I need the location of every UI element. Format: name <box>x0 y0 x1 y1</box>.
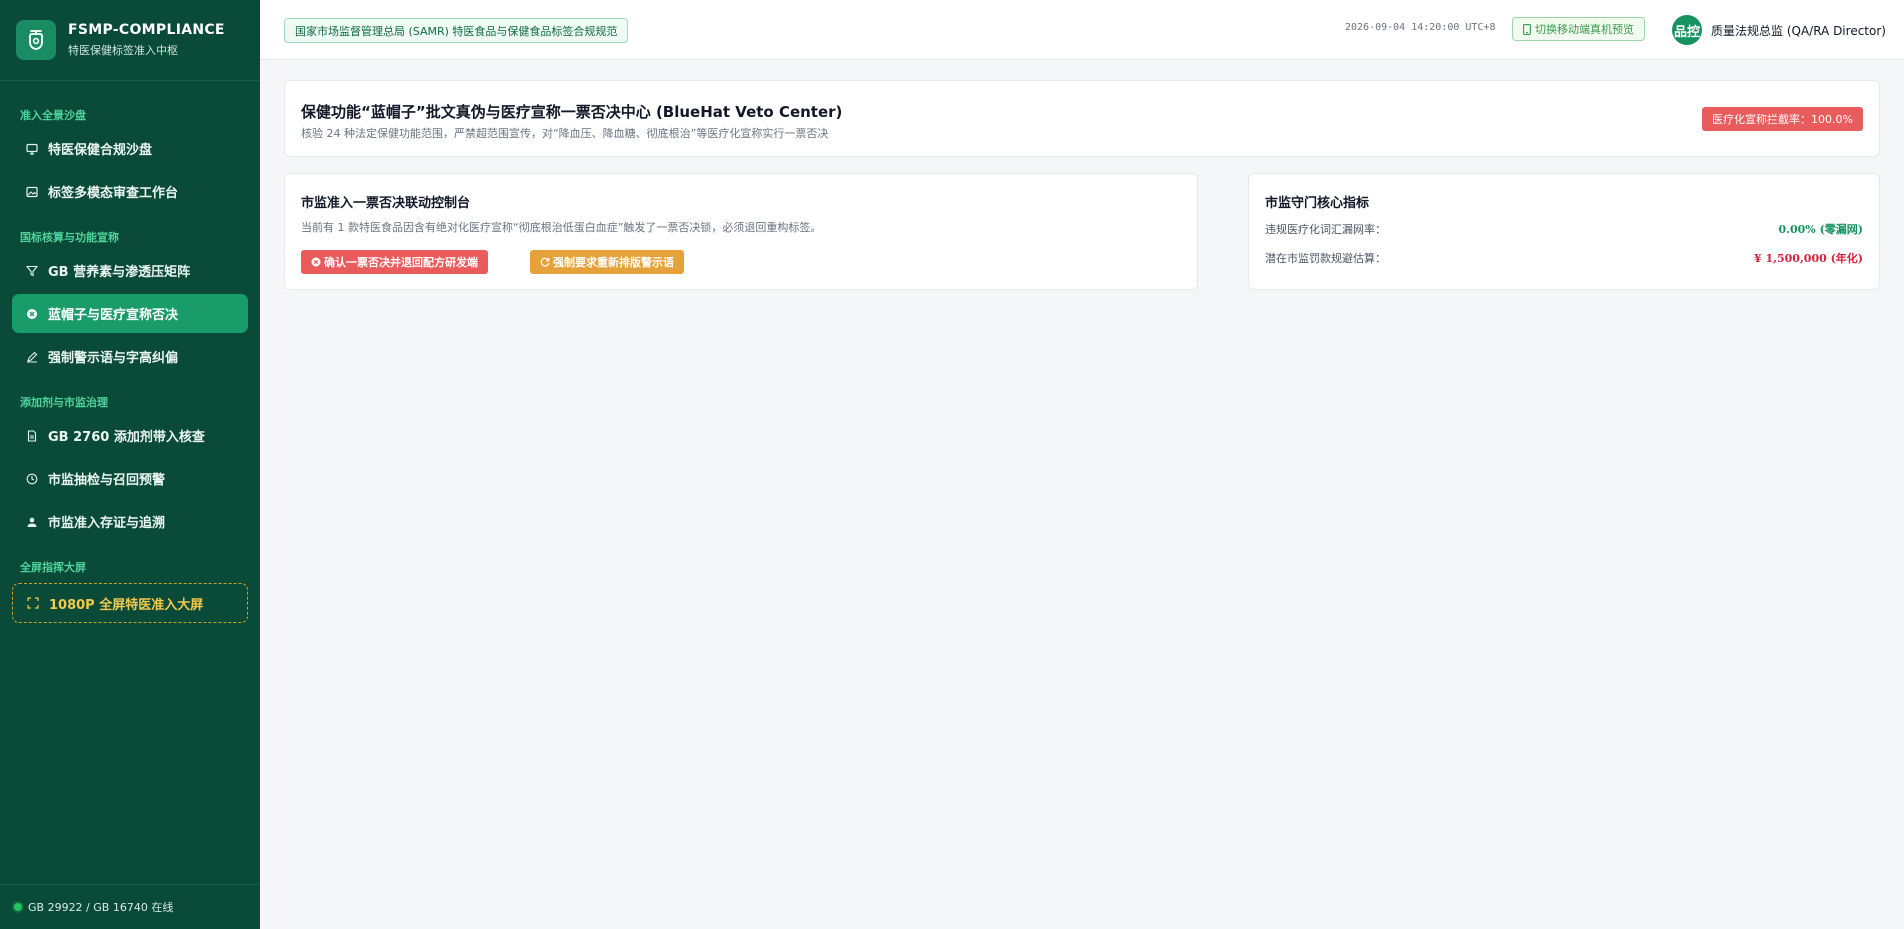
mobile-preview-label: 切换移动端真机预览 <box>1535 23 1634 36</box>
x-circle-icon <box>311 257 321 267</box>
sidebar-item-label: 强制警示语与字高纠偏 <box>48 351 179 366</box>
metric-value: ¥ 1,500,000 (年化) <box>1754 252 1863 265</box>
metric-label: 潜在市监罚款规避估算： <box>1265 252 1386 265</box>
x-circle-icon <box>26 308 38 320</box>
smartphone-icon <box>1523 23 1531 35</box>
confirm-veto-label: 确认一票否决并退回配方研发端 <box>324 256 478 269</box>
monitor-icon <box>26 143 38 155</box>
metric-label: 违规医疗化词汇漏网率： <box>1265 223 1386 236</box>
image-icon <box>26 186 38 198</box>
sidebar-item-label: 特医保健合规沙盘 <box>48 143 153 158</box>
pen-icon <box>26 351 38 363</box>
metrics-title: 市监守门核心指标 <box>1265 196 1370 211</box>
sidebar-item-warning-text[interactable]: 强制警示语与字高纠偏 <box>12 337 248 376</box>
mobile-preview-button[interactable]: 切换移动端真机预览 <box>1512 17 1645 41</box>
standards-online-text: GB 29922 / GB 16740 在线 <box>28 901 174 914</box>
sidebar-nav: 准入全景沙盘 特医保健合规沙盘 标签多模态审查工作台 国标核算与功能宣称 GB … <box>0 81 260 623</box>
sidebar-item-label: 市监抽检与召回预警 <box>48 473 166 488</box>
regulation-badge: 国家市场监督管理总局 (SAMR) 特医食品与保健食品标签合规规范 <box>284 18 629 43</box>
sidebar-item-label: GB 营养素与渗透压矩阵 <box>48 265 191 280</box>
nav-section-gb-claims: 国标核算与功能宣称 <box>20 231 119 244</box>
sidebar-item-label: GB 2760 添加剂带入核查 <box>48 430 205 445</box>
sidebar-item-compliance-sandbox[interactable]: 特医保健合规沙盘 <box>12 129 248 168</box>
console-title: 市监准入一票否决联动控制台 <box>301 196 471 211</box>
metric-row-fine-avoidance: 潜在市监罚款规避估算： ¥ 1,500,000 (年化) <box>1265 250 1863 266</box>
shield-logo-icon <box>16 20 56 60</box>
console-description: 当前有 1 款特医食品因含有绝对化医疗宣称“彻底根治低蛋白血症”触发了一票否决锁… <box>301 221 822 234</box>
reprint-warning-label: 强制要求重新排版警示语 <box>553 256 674 269</box>
sidebar-item-traceability[interactable]: 市监准入存证与追溯 <box>12 502 248 541</box>
sidebar-item-label: 1080P 全屏特医准入大屏 <box>49 597 204 613</box>
brand-title: FSMP-COMPLIANCE <box>68 22 225 38</box>
sidebar-item-bluehat-veto[interactable]: 蓝帽子与医疗宣称否决 <box>12 294 248 333</box>
brand-subtitle: 特医保健标签准入中枢 <box>68 44 178 57</box>
file-icon <box>26 429 38 442</box>
metric-value: 0.00% (零漏网) <box>1778 223 1863 236</box>
sidebar-item-additive-check[interactable]: GB 2760 添加剂带入核查 <box>12 416 248 455</box>
sidebar-item-nutrient-matrix[interactable]: GB 营养素与渗透压矩阵 <box>12 251 248 290</box>
core-metrics-card: 市监守门核心指标 违规医疗化词汇漏网率： 0.00% (零漏网) 潜在市监罚款规… <box>1248 173 1880 290</box>
avatar[interactable]: 品控 <box>1672 15 1702 45</box>
veto-control-console-card: 市监准入一票否决联动控制台 当前有 1 款特医食品因含有绝对化医疗宣称“彻底根治… <box>284 173 1198 290</box>
interception-rate-badge: 医疗化宣称拦截率：100.0% <box>1702 107 1863 131</box>
metric-row-leak-rate: 违规医疗化词汇漏网率： 0.00% (零漏网) <box>1265 221 1863 237</box>
sidebar-item-recall-warning[interactable]: 市监抽检与召回预警 <box>12 459 248 498</box>
nav-section-additives: 添加剂与市监治理 <box>20 396 108 409</box>
user-name: 质量法规总监 (QA/RA Director) <box>1711 24 1886 38</box>
expand-icon <box>27 597 39 609</box>
sidebar: FSMP-COMPLIANCE 特医保健标签准入中枢 准入全景沙盘 特医保健合规… <box>0 0 260 929</box>
veto-center-card: 保健功能“蓝帽子”批文真伪与医疗宣称一票否决中心 (BlueHat Veto C… <box>284 80 1880 157</box>
sidebar-item-fullscreen-dashboard[interactable]: 1080P 全屏特医准入大屏 <box>12 583 248 623</box>
filter-icon <box>26 265 38 277</box>
sidebar-footer-status: GB 29922 / GB 16740 在线 <box>0 884 260 929</box>
online-status-dot <box>14 903 22 911</box>
sidebar-item-label: 蓝帽子与医疗宣称否决 <box>48 308 179 323</box>
nav-section-bigscreen: 全屏指挥大屏 <box>20 561 86 574</box>
clock-icon <box>26 473 38 485</box>
page-title: 保健功能“蓝帽子”批文真伪与医疗宣称一票否决中心 (BlueHat Veto C… <box>301 103 843 121</box>
sidebar-item-label-review[interactable]: 标签多模态审查工作台 <box>12 172 248 211</box>
sidebar-item-label: 标签多模态审查工作台 <box>48 186 179 201</box>
confirm-veto-button[interactable]: 确认一票否决并退回配方研发端 <box>301 250 488 274</box>
user-icon <box>26 516 38 528</box>
reprint-warning-button[interactable]: 强制要求重新排版警示语 <box>530 250 684 274</box>
refresh-icon <box>540 257 550 267</box>
nav-section-sandbox: 准入全景沙盘 <box>20 109 86 122</box>
top-header: 国家市场监督管理总局 (SAMR) 特医食品与保健食品标签合规规范 2026-0… <box>260 0 1904 60</box>
timestamp: 2026-09-04 14:20:00 UTC+8 <box>1345 22 1496 33</box>
page-description: 核验 24 种法定保健功能范围，严禁超范围宣传，对“降血压、降血糖、彻底根治”等… <box>301 127 829 140</box>
sidebar-item-label: 市监准入存证与追溯 <box>48 516 166 531</box>
brand-header: FSMP-COMPLIANCE 特医保健标签准入中枢 <box>0 0 260 81</box>
